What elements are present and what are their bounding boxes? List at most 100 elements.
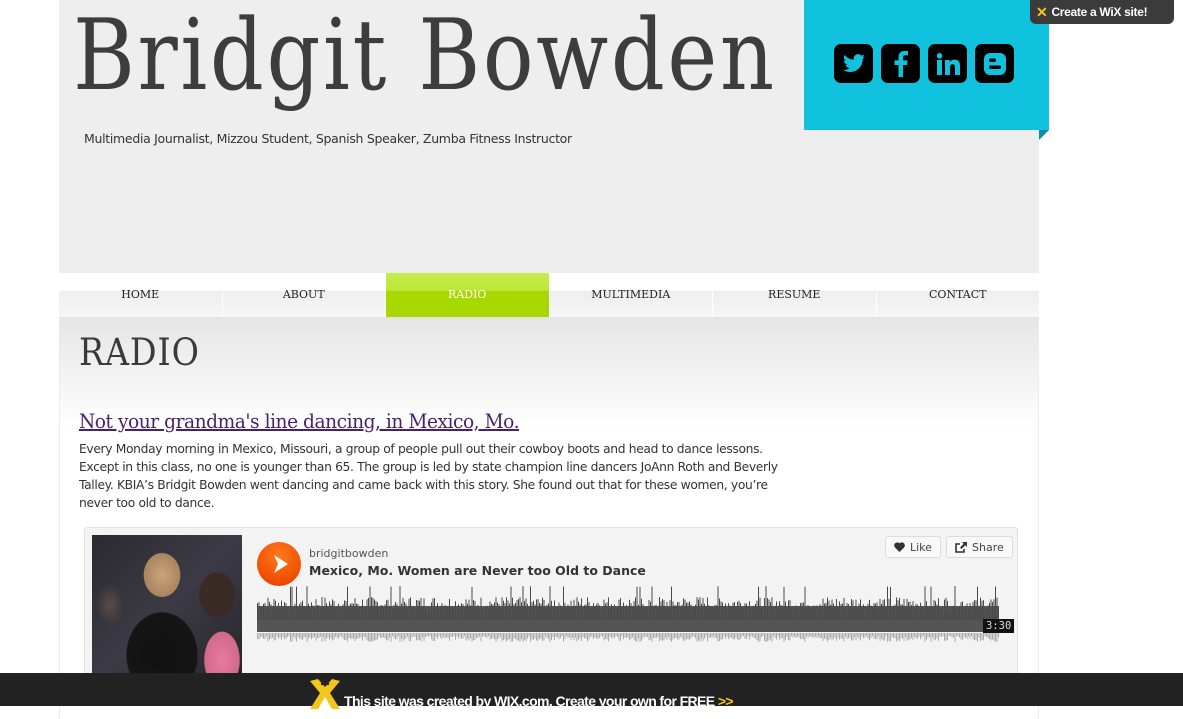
nav-about[interactable]: ABOUT [223, 273, 386, 317]
waveform-reflection [953, 633, 954, 638]
play-button[interactable] [257, 542, 301, 586]
waveform-bar [888, 598, 890, 620]
waveform-reflection [302, 633, 303, 641]
waveform-reflection [704, 633, 705, 639]
waveform-bar [651, 586, 653, 620]
waveform-reflection [885, 633, 887, 637]
waveform-bar [663, 600, 665, 620]
waveform-reflection [458, 633, 459, 639]
waveform-reflection [440, 633, 441, 638]
waveform-bar [560, 605, 561, 620]
waveform-bar [917, 604, 918, 620]
waveform-reflection [720, 633, 722, 640]
waveform-reflection [614, 633, 615, 639]
waveform-reflection [329, 633, 330, 640]
nav-radio[interactable]: RADIO [386, 273, 550, 317]
waveform-bar [299, 604, 300, 620]
waveform-reflection [273, 633, 275, 641]
waveform-reflection [291, 633, 293, 642]
waveform-reflection [312, 633, 314, 638]
waveform-reflection [638, 633, 639, 639]
waveform-bar [467, 603, 468, 620]
waveform-bar [572, 606, 573, 620]
waveform-reflection [453, 633, 455, 637]
waveform-reflection [648, 633, 650, 641]
nav-contact[interactable]: CONTACT [877, 273, 1040, 317]
waveform-bar [864, 606, 866, 620]
wix-promo-bar[interactable]: This site was created by WIX.com. Create… [0, 673, 1183, 709]
waveform-bar [996, 597, 998, 620]
waveform-bar [818, 608, 819, 620]
waveform-reflection [339, 633, 341, 637]
waveform-reflection [474, 633, 476, 640]
waveform-bar [719, 598, 720, 620]
waveform-reflection [750, 633, 752, 637]
waveform-bar [677, 602, 678, 620]
waveform-bar [737, 601, 738, 620]
waveform-reflection [483, 633, 485, 637]
track-title[interactable]: Mexico, Mo. Women are Never too Old to D… [309, 563, 646, 578]
track-artwork[interactable] [92, 535, 242, 685]
waveform-bar [893, 605, 894, 620]
nav-resume[interactable]: RESUME [713, 273, 877, 317]
nav-multimedia[interactable]: MULTIMEDIA [550, 273, 713, 317]
waveform-bar [675, 605, 677, 620]
waveform-bar [771, 597, 773, 620]
waveform-reflection [647, 633, 648, 637]
waveform-bar [810, 607, 812, 620]
waveform-reflection [452, 633, 453, 637]
waveform-bar [683, 598, 684, 620]
waveform-bar [933, 599, 935, 620]
waveform-bar [425, 607, 426, 620]
waveform-reflection [288, 633, 290, 637]
waveform-bar [767, 598, 768, 620]
waveform-bar [621, 609, 623, 620]
waveform-reflection [929, 633, 930, 638]
story-title-link[interactable]: Not your grandma's line dancing, in Mexi… [79, 409, 519, 433]
like-button[interactable]: Like [885, 536, 941, 558]
track-user[interactable]: bridgitbowden [309, 547, 388, 560]
facebook-icon[interactable] [881, 44, 920, 83]
linkedin-icon[interactable] [928, 44, 967, 83]
waveform-reflection [401, 633, 402, 639]
waveform-bar [990, 599, 992, 620]
waveform-reflection [977, 633, 978, 642]
waveform-reflection [653, 633, 654, 638]
waveform-bar [269, 601, 270, 620]
waveform-bar [386, 600, 387, 620]
waveform-reflection [344, 633, 345, 641]
blogger-icon[interactable] [975, 44, 1014, 83]
waveform-reflection [546, 633, 548, 639]
twitter-icon[interactable] [834, 44, 873, 83]
waveform-bar [741, 608, 743, 620]
waveform-bar [710, 606, 711, 620]
waveform-bar [645, 607, 647, 620]
waveform-bar [318, 605, 320, 620]
waveform-bar [507, 600, 509, 620]
waveform-bar [584, 605, 585, 620]
waveform-bar [765, 586, 767, 620]
share-button[interactable]: Share [946, 536, 1013, 558]
waveform-bar [342, 604, 344, 620]
waveform-reflection [866, 633, 867, 637]
nav-home[interactable]: HOME [59, 273, 223, 317]
waveform-reflection [326, 633, 327, 639]
waveform-reflection [477, 633, 479, 639]
wix-promo-text[interactable]: This site was created by WIX.com. Create… [344, 693, 734, 709]
waveform-bar [909, 601, 911, 620]
create-wix-site-badge[interactable]: ✕ Create a WiX site! [1030, 0, 1174, 24]
waveform-bar [795, 605, 797, 620]
waveform-bar [915, 603, 917, 620]
waveform-bar [693, 608, 695, 620]
waveform-bar [776, 601, 777, 620]
waveform-reflection [966, 633, 968, 639]
waveform-bar [897, 600, 899, 620]
waveform-bar [995, 586, 996, 620]
waveform-bar [392, 609, 393, 620]
waveform-bar [923, 609, 924, 620]
waveform[interactable] [257, 586, 1007, 656]
waveform-reflection [654, 633, 656, 639]
waveform-bar [462, 604, 464, 620]
waveform-bar [629, 599, 630, 620]
waveform-reflection [410, 633, 411, 642]
